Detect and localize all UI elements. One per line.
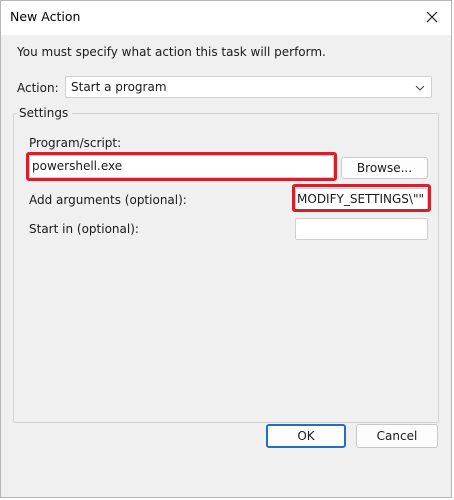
settings-group-label: Settings [17, 106, 73, 120]
action-label: Action: [17, 81, 59, 95]
program-script-value: powershell.exe [32, 159, 123, 173]
ok-button[interactable]: OK [266, 424, 346, 448]
start-in-label: Start in (optional): [29, 222, 139, 236]
chevron-down-icon [415, 85, 425, 91]
arguments-label: Add arguments (optional): [29, 193, 187, 207]
program-script-label: Program/script: [29, 136, 122, 150]
instruction-text: You must specify what action this task w… [17, 45, 326, 59]
window-title: New Action [10, 9, 81, 24]
new-action-dialog: New Action You must specify what action … [0, 0, 452, 498]
dialog-footer [1, 465, 451, 497]
arguments-value: \"MODIFY_SETTINGS\"" [295, 192, 424, 206]
start-in-input[interactable] [295, 218, 428, 240]
browse-button[interactable]: Browse... [341, 157, 428, 179]
close-icon [426, 11, 438, 23]
action-dropdown[interactable]: Start a program [65, 76, 432, 98]
close-button[interactable] [419, 4, 445, 30]
action-dropdown-value: Start a program [71, 80, 167, 94]
cancel-button[interactable]: Cancel [356, 424, 438, 448]
title-bar: New Action [1, 1, 451, 35]
dialog-body: You must specify what action this task w… [1, 35, 451, 465]
arguments-input[interactable]: \"MODIFY_SETTINGS\"" [295, 188, 428, 210]
program-script-input[interactable]: powershell.exe [29, 155, 334, 178]
